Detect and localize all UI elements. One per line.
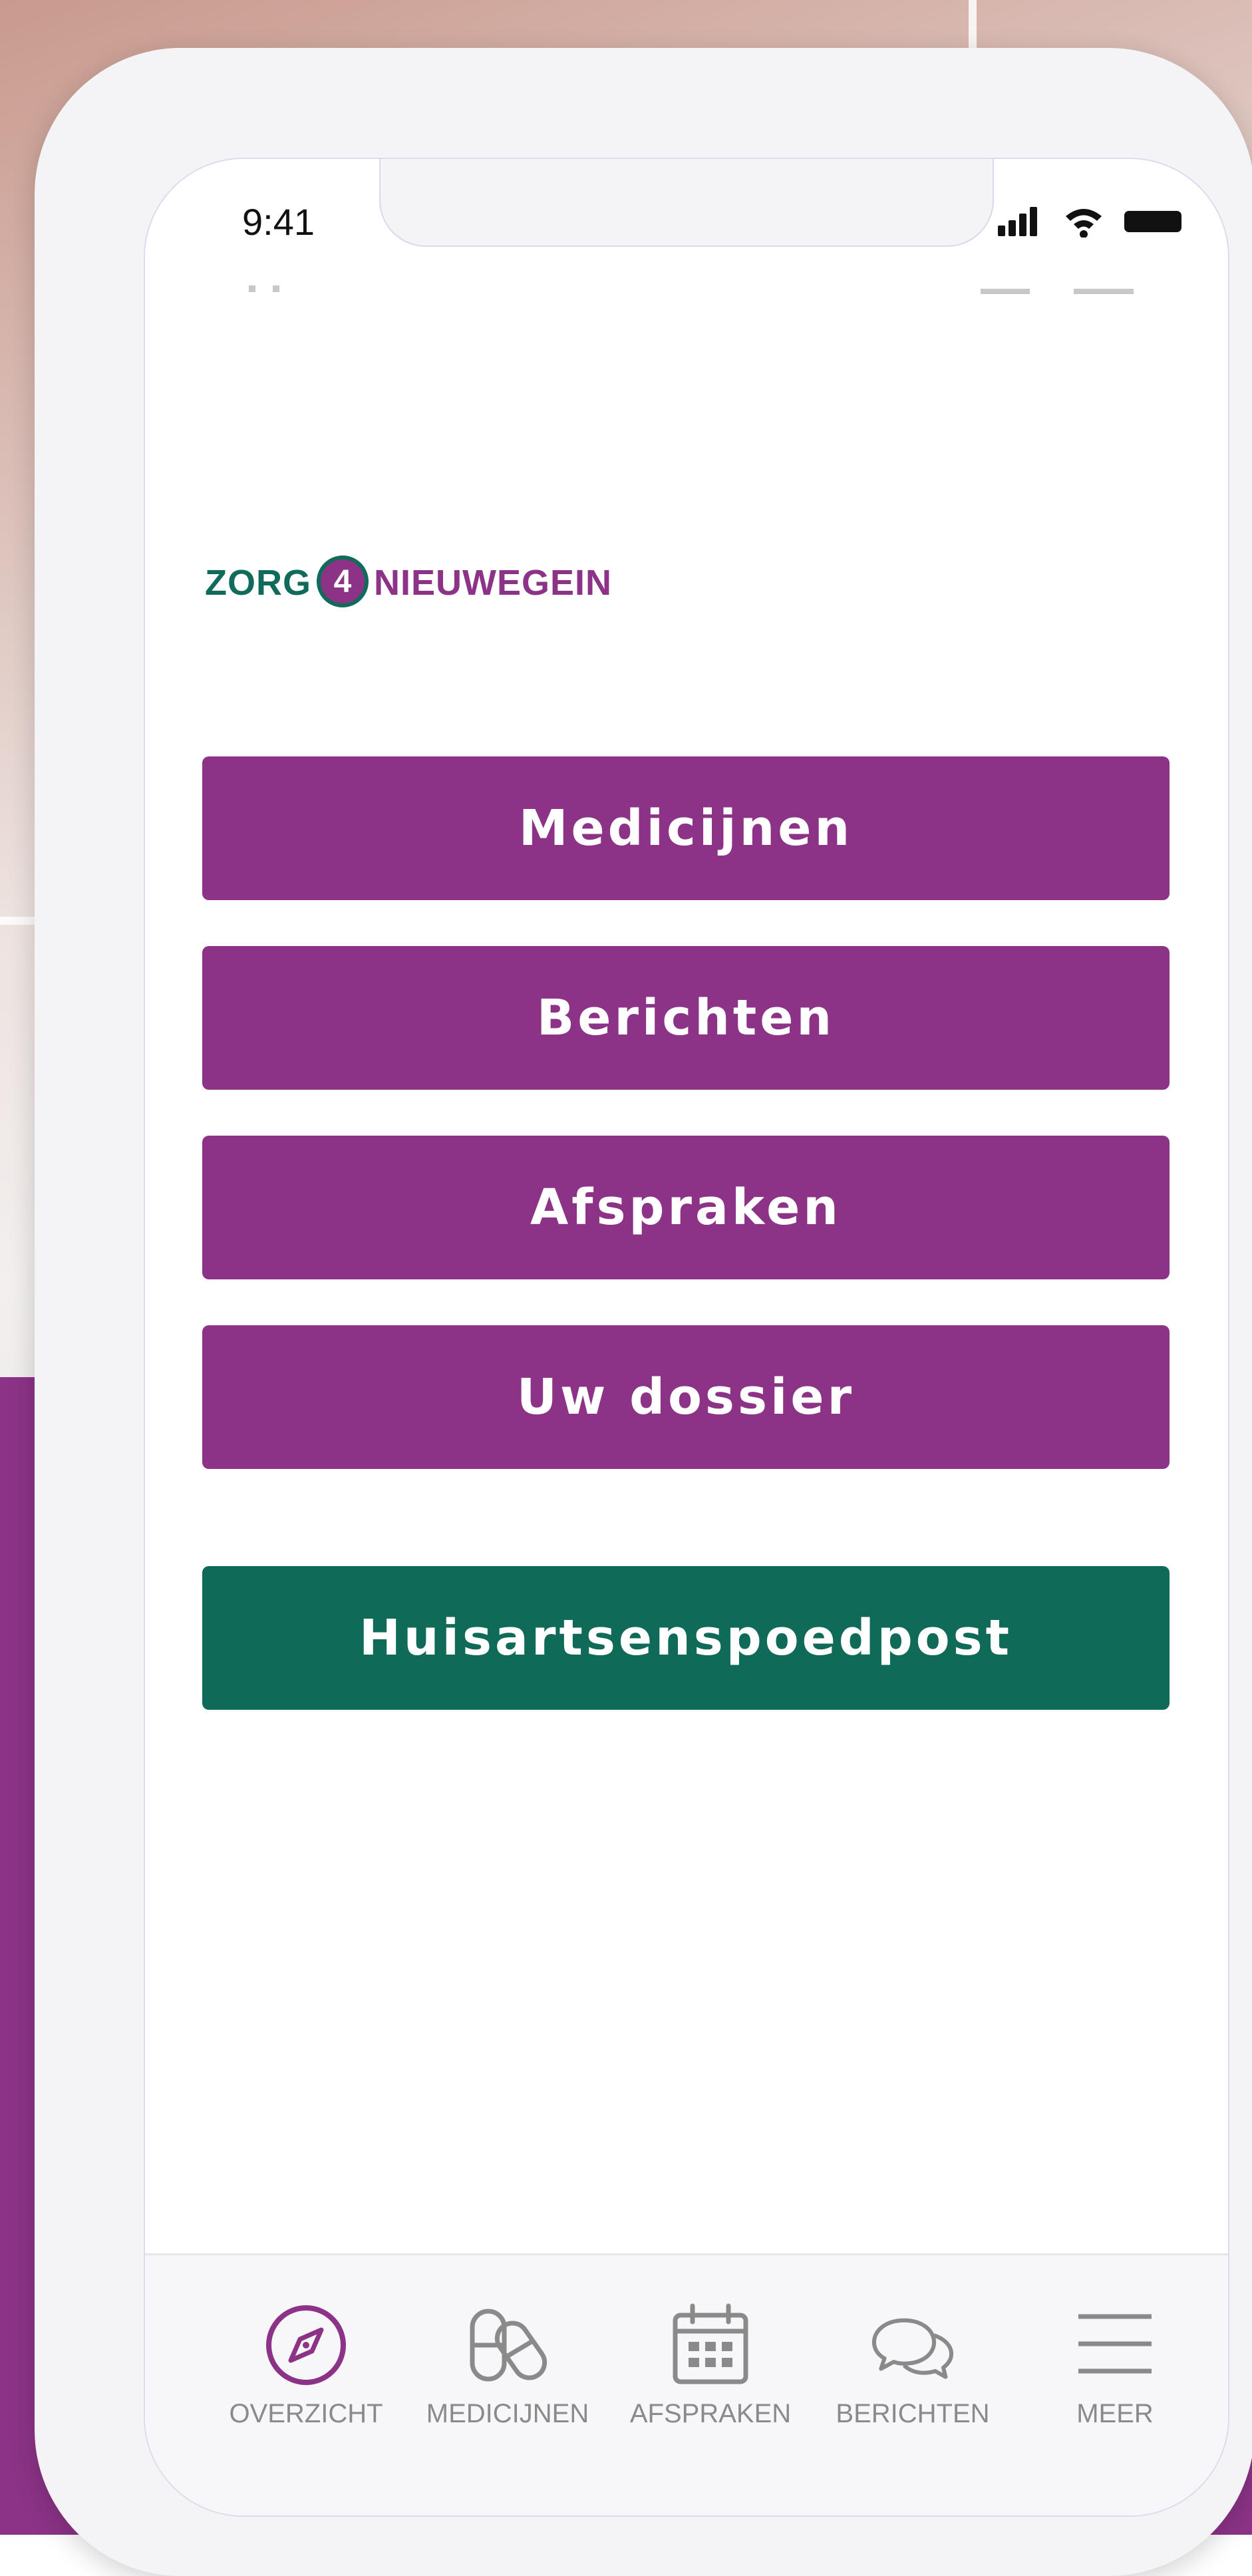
wifi-icon [1066, 209, 1102, 238]
ghost-artifact [249, 285, 255, 292]
tab-berichten[interactable]: BERICHTEN [813, 2302, 1013, 2455]
app-screen: 9:41 ZORG 4 NIEUWEGEIN Medicijnen Berich… [144, 158, 1229, 2517]
pills-icon [470, 2309, 548, 2382]
tab-afspraken[interactable]: AFSPRAKEN [611, 2302, 810, 2455]
afspraken-button[interactable]: Afspraken [202, 1136, 1170, 1279]
uw-dossier-button[interactable]: Uw dossier [202, 1325, 1170, 1469]
tab-meer[interactable]: MEER [1015, 2302, 1215, 2455]
huisartsenspoedpost-button[interactable]: Huisartsenspoedpost [202, 1566, 1170, 1710]
logo-text-zorg: ZORG [205, 563, 311, 603]
phone-notch [379, 159, 994, 247]
tab-medicijnen[interactable]: MEDICIJNEN [408, 2302, 607, 2455]
ghost-artifact [1074, 289, 1134, 294]
phone-frame: 9:41 ZORG 4 NIEUWEGEIN Medicijnen Berich… [35, 48, 1252, 2576]
tab-label-afspraken: AFSPRAKEN [629, 2399, 792, 2428]
logo-number-badge: 4 [317, 556, 369, 607]
tab-label-medicijnen: MEDICIJNEN [426, 2399, 589, 2428]
chat-bubbles-icon [871, 2318, 954, 2379]
ghost-artifact [981, 289, 1030, 294]
signal-icon [998, 207, 1037, 236]
tab-label-berichten: BERICHTEN [836, 2399, 990, 2428]
status-time: 9:41 [242, 201, 315, 243]
calendar-icon [673, 2303, 748, 2384]
battery-icon [1124, 211, 1181, 232]
menu-icon [1078, 2314, 1152, 2374]
compass-icon [266, 2305, 346, 2385]
background-frame-line [969, 0, 977, 48]
tab-label-overzicht: OVERZICHT [229, 2399, 383, 2428]
background-frame-line [0, 917, 35, 925]
ghost-artifact [273, 285, 279, 292]
berichten-button[interactable]: Berichten [202, 946, 1170, 1090]
tab-label-meer: MEER [1076, 2399, 1154, 2428]
bottom-tab-bar: OVERZICHT MEDICIJNEN AFSPRAKEN BERICHTEN… [145, 2255, 1228, 2515]
status-icons [998, 207, 1181, 238]
logo-text-nieuwegein: NIEUWEGEIN [374, 563, 613, 603]
tab-overzicht[interactable]: OVERZICHT [206, 2302, 406, 2455]
medicijnen-button[interactable]: Medicijnen [202, 756, 1170, 900]
